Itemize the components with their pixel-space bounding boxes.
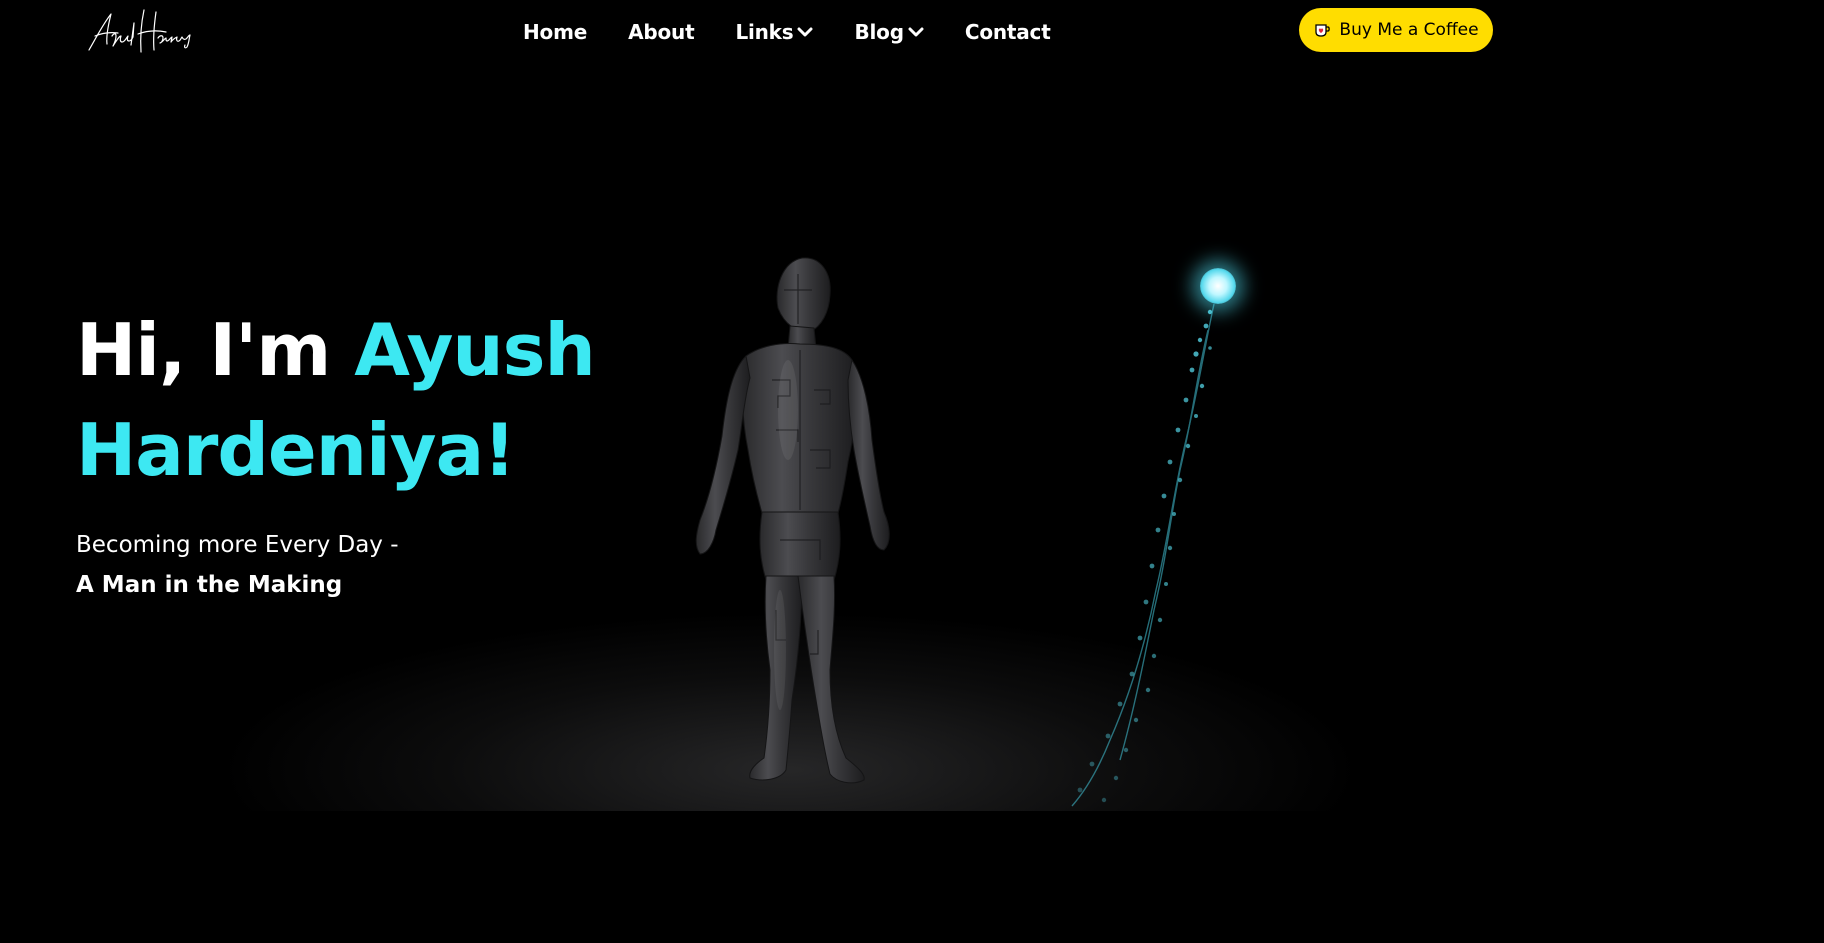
nav-links-label: Links: [735, 20, 794, 44]
hero-greeting: Hi, I'm: [76, 308, 355, 392]
buy-me-a-coffee-button[interactable]: Buy Me a Coffee: [1299, 8, 1493, 52]
particle-trail: [1020, 290, 1260, 811]
nav-home-label: Home: [523, 20, 588, 44]
nav-home[interactable]: Home: [523, 20, 587, 44]
hero-tagline-bold: A Man in the Making: [76, 572, 343, 598]
nav-contact[interactable]: Contact: [965, 20, 1051, 44]
nav-blog-label: Blog: [854, 20, 904, 44]
hero-last-name: Hardeniya!: [76, 408, 516, 492]
nav-about[interactable]: About: [628, 20, 695, 44]
chevron-down-icon: [797, 26, 813, 38]
hero-first-name: Ayush: [354, 308, 595, 392]
signature-logo-graphic: [88, 9, 191, 53]
signature-logo[interactable]: [86, 6, 204, 56]
nav-links-dropdown[interactable]: Links: [735, 20, 813, 44]
humanoid-3d-figure: [680, 250, 910, 795]
hero-headline: Hi, I'm Ayush Hardeniya!: [76, 300, 636, 500]
hero-section: Hi, I'm Ayush Hardeniya! Becoming more E…: [76, 300, 636, 600]
chevron-down-icon: [908, 26, 924, 38]
hero-tagline: Becoming more Every Day -: [76, 532, 399, 558]
buy-me-a-coffee-label: Buy Me a Coffee: [1339, 20, 1479, 40]
site-header: Home About Links Blog Contact Buy Me a C…: [0, 0, 1568, 64]
main-nav: Home About Links Blog Contact: [523, 16, 1051, 48]
nav-contact-label: Contact: [964, 20, 1051, 44]
glowing-particle-orb: [1200, 268, 1236, 304]
coffee-cup-icon: [1313, 21, 1331, 39]
nav-blog-dropdown[interactable]: Blog: [854, 20, 924, 44]
nav-about-label: About: [628, 20, 695, 44]
